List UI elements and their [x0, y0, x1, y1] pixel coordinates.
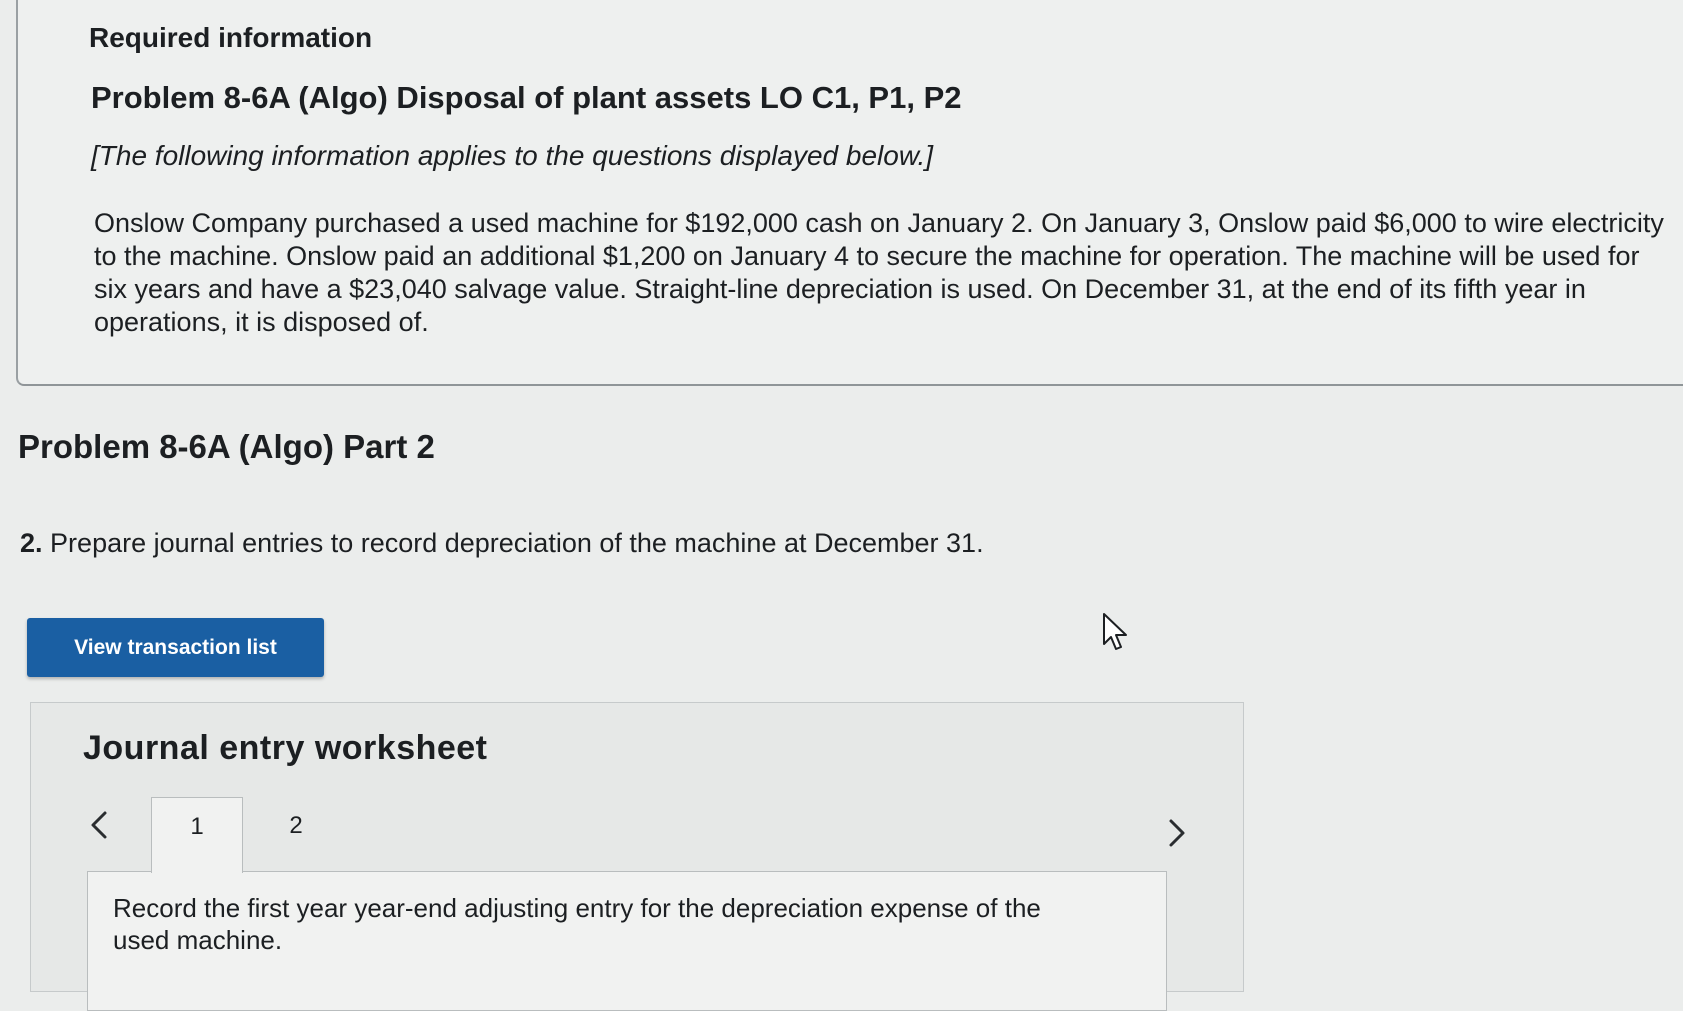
required-information-heading: Required information: [89, 22, 373, 53]
part-title: Problem 8-6A (Algo) Part 2: [18, 428, 435, 465]
question-text: Prepare journal entries to record deprec…: [50, 528, 984, 558]
mouse-pointer-icon: [1103, 613, 1127, 650]
worksheet-title: Journal entry worksheet: [83, 729, 488, 767]
question: 2. Prepare journal entries to record dep…: [20, 528, 984, 559]
chevron-left-icon[interactable]: [83, 807, 119, 843]
entry-instruction: Record the first year year-end adjusting…: [113, 893, 1041, 955]
chevron-right-icon[interactable]: [1159, 815, 1195, 851]
journal-entry-worksheet: Journal entry worksheet 1 2 Record the f…: [30, 702, 1244, 1011]
info-note: [The following information applies to th…: [91, 140, 934, 171]
problem-title: Problem 8-6A (Algo) Disposal of plant as…: [91, 80, 962, 115]
question-number: 2.: [20, 528, 43, 558]
problem-description: Onslow Company purchased a used machine …: [94, 208, 1664, 337]
view-transaction-list-button[interactable]: View transaction list: [27, 618, 324, 677]
entry-panel: Record the first year year-end adjusting…: [87, 871, 1167, 1011]
worksheet-tab-2[interactable]: 2: [271, 797, 321, 855]
worksheet-tab-1[interactable]: 1: [151, 797, 243, 873]
